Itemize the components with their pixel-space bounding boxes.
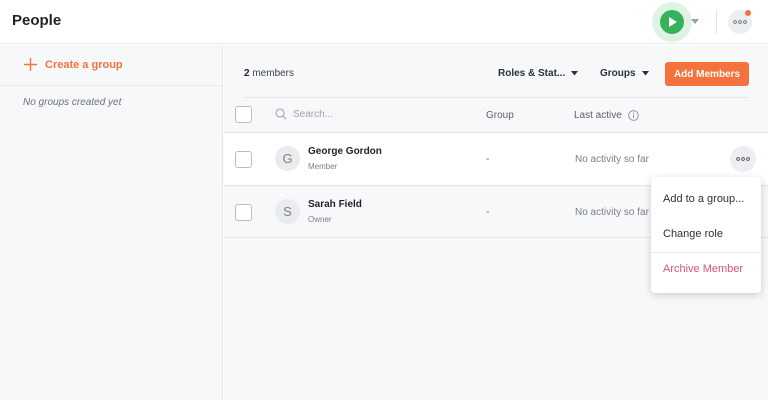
avatar: S <box>275 199 300 224</box>
caret-down-icon <box>641 71 649 76</box>
table-header: Search... Group Last active <box>224 98 768 132</box>
more-horizontal-icon <box>736 157 750 161</box>
menu-divider <box>651 252 761 253</box>
search-placeholder: Search... <box>293 108 334 120</box>
member-role: Owner <box>308 215 332 224</box>
add-members-button[interactable]: Add Members <box>665 62 749 86</box>
plus-icon <box>24 58 37 71</box>
menu-item-change-role[interactable]: Change role <box>663 228 723 240</box>
top-bar: People <box>0 0 768 44</box>
row-action-menu: Add to a group... Change role Archive Me… <box>651 177 761 293</box>
roles-filter-label: Roles & Stat... <box>498 68 566 79</box>
notification-dot <box>745 10 751 16</box>
no-groups-text: No groups created yet <box>23 97 122 108</box>
menu-item-add-to-group[interactable]: Add to a group... <box>663 193 744 205</box>
create-group-button[interactable]: Create a group <box>24 58 123 71</box>
caret-down-icon <box>571 71 579 76</box>
member-group: - <box>486 154 490 165</box>
groups-filter-dropdown[interactable]: Groups <box>600 68 649 79</box>
create-group-label: Create a group <box>45 58 123 71</box>
member-count: 2 members <box>244 68 294 79</box>
chevron-down-icon[interactable] <box>691 19 699 25</box>
sidebar: Create a group No groups created yet <box>0 45 223 400</box>
play-icon <box>669 17 677 27</box>
column-last-active-header: Last active <box>574 110 639 121</box>
info-icon[interactable] <box>628 110 639 121</box>
member-last-active: No activity so far <box>575 154 649 165</box>
roles-filter-dropdown[interactable]: Roles & Stat... <box>498 68 579 79</box>
sidebar-divider <box>0 85 223 86</box>
menu-item-archive-member[interactable]: Archive Member <box>663 263 743 275</box>
member-name: George Gordon <box>308 146 382 157</box>
search-field[interactable]: Search... <box>275 108 333 120</box>
play-button[interactable] <box>660 10 684 34</box>
member-count-suffix: members <box>249 68 295 79</box>
row-checkbox[interactable] <box>235 151 252 168</box>
member-group: - <box>486 207 490 218</box>
more-horizontal-icon <box>733 20 747 24</box>
header-divider <box>716 10 717 34</box>
avatar: G <box>275 146 300 171</box>
row-more-button[interactable] <box>730 146 756 172</box>
row-checkbox[interactable] <box>235 204 252 221</box>
search-icon <box>275 108 287 120</box>
column-group-header: Group <box>486 110 514 121</box>
column-last-active-label: Last active <box>574 110 622 121</box>
groups-filter-label: Groups <box>600 68 636 79</box>
member-role: Member <box>308 162 338 171</box>
select-all-checkbox[interactable] <box>235 106 252 123</box>
page-title: People <box>12 12 62 29</box>
member-last-active: No activity so far <box>575 207 649 218</box>
member-name: Sarah Field <box>308 199 362 210</box>
